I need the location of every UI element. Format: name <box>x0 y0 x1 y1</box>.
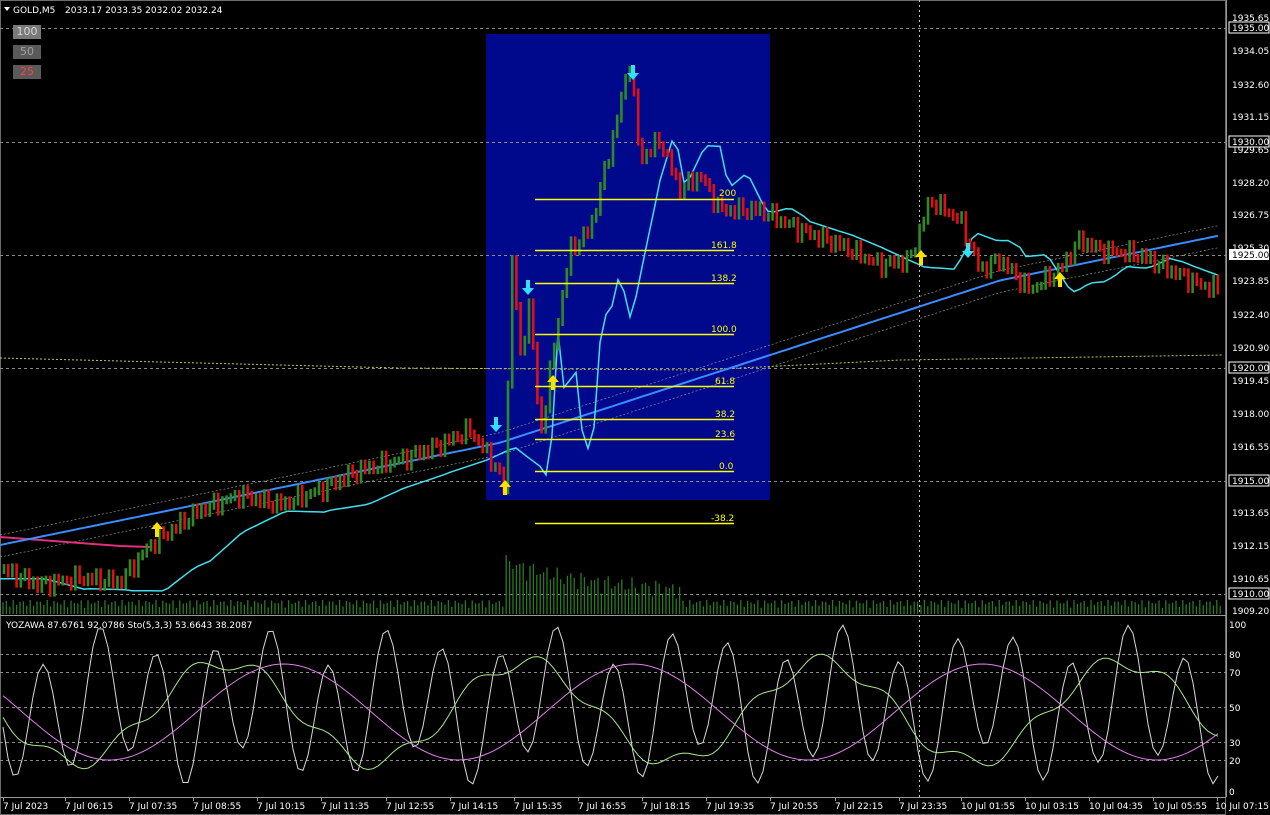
price-label: 1926.75 <box>1232 211 1269 221</box>
time-label: 7 Jul 23:35 <box>899 802 947 812</box>
ohlc-label: 2033.17 2033.35 2032.02 2032.24 <box>65 6 223 16</box>
fib-label: 200 <box>719 189 736 199</box>
time-label: 7 Jul 16:55 <box>578 802 626 812</box>
time-label: 10 Jul 07:15 <box>1215 802 1269 812</box>
volume-histogram <box>2 555 1221 614</box>
zoom-100-button[interactable]: 100 <box>13 25 41 39</box>
fib-label: 100.0 <box>711 325 737 335</box>
time-label: 10 Jul 05:55 <box>1153 802 1207 812</box>
zoom-50-button[interactable]: 50 <box>13 45 41 59</box>
price-label: 1918.00 <box>1232 410 1269 420</box>
price-label: 1910.65 <box>1232 575 1269 585</box>
fib-label: -38.2 <box>711 514 734 524</box>
time-label: 7 Jul 12:55 <box>386 802 434 812</box>
price-label: 1923.85 <box>1232 277 1269 287</box>
price-label-boxed: 1920.00 <box>1232 364 1269 374</box>
fib-label: 23.6 <box>715 430 735 440</box>
stoch-main-line <box>2 653 1219 771</box>
svg-text:30: 30 <box>1229 739 1241 749</box>
fib-label: 161.8 <box>711 241 737 251</box>
price-label-highlight: 1925.00 <box>1232 251 1269 261</box>
stoch-signal-line <box>2 663 1219 761</box>
svg-text:80: 80 <box>1229 651 1241 661</box>
price-label-boxed: 1935.00 <box>1232 24 1269 34</box>
indicator-title: YOZAWA 87.6761 92.0786 Sto(5,3,3) 53.664… <box>5 621 252 631</box>
fib-label: 38.2 <box>715 410 735 420</box>
fib-label: 0.0 <box>719 462 734 472</box>
svg-text:70: 70 <box>1229 669 1241 679</box>
time-label: 7 Jul 22:15 <box>835 802 883 812</box>
price-label: 1916.55 <box>1232 443 1269 453</box>
time-label: 7 Jul 06:15 <box>65 802 113 812</box>
price-label: 1929.65 <box>1232 146 1269 156</box>
time-label: 10 Jul 01:55 <box>961 802 1015 812</box>
svg-text:20: 20 <box>1229 757 1241 767</box>
time-label: 10 Jul 03:15 <box>1025 802 1079 812</box>
svg-text:100: 100 <box>1229 621 1246 631</box>
time-label: 7 Jul 20:55 <box>770 802 818 812</box>
svg-text:50: 50 <box>1229 704 1241 714</box>
price-label: 1928.20 <box>1232 179 1269 189</box>
symbol-label: GOLD,M5 <box>13 6 55 16</box>
price-label: 1931.15 <box>1232 113 1269 123</box>
time-label: 7 Jul 15:35 <box>514 802 562 812</box>
price-label: 1934.05 <box>1232 47 1269 57</box>
time-label: 7 Jul 14:15 <box>450 802 498 812</box>
time-label: 7 Jul 2023 <box>3 802 48 812</box>
zoom-25-button[interactable]: 25 <box>13 65 41 79</box>
time-label: 7 Jul 19:35 <box>706 802 754 812</box>
fib-label: 61.8 <box>715 377 735 387</box>
svg-text:0: 0 <box>1229 788 1235 798</box>
time-label: 7 Jul 11:35 <box>321 802 369 812</box>
time-label: 7 Jul 08:55 <box>193 802 241 812</box>
price-label: 1920.90 <box>1232 344 1269 354</box>
time-label: 7 Jul 07:35 <box>129 802 177 812</box>
price-axis: 1935.65 1935.00 1934.05 1932.60 1931.15 … <box>1228 14 1270 617</box>
triangle-down-icon[interactable] <box>4 7 10 11</box>
chart-canvas[interactable]: 200 161.8 138.2 100.0 61.8 38.2 23.6 0.0… <box>0 0 1270 815</box>
price-label: 1932.60 <box>1232 81 1269 91</box>
yozawa-line <box>2 624 1219 785</box>
price-label-boxed: 1910.00 <box>1232 590 1269 600</box>
price-label: 1919.45 <box>1232 377 1269 387</box>
ma-pink-line <box>0 536 151 548</box>
fib-label: 138.2 <box>711 274 737 284</box>
indicator-levels <box>0 654 1226 761</box>
price-label: 1913.65 <box>1232 509 1269 519</box>
time-label: 7 Jul 10:15 <box>257 802 305 812</box>
price-label: 1922.40 <box>1232 311 1269 321</box>
indicator-axis: 100 80 70 50 30 20 0 <box>1229 621 1246 798</box>
price-label-boxed: 1915.00 <box>1232 477 1269 487</box>
price-label: 1909.20 <box>1232 607 1269 617</box>
time-label: 10 Jul 04:35 <box>1089 802 1143 812</box>
time-axis: 7 Jul 2023 7 Jul 06:15 7 Jul 07:35 7 Jul 08… <box>3 797 1269 812</box>
price-label: 1912.15 <box>1232 542 1269 552</box>
time-label: 7 Jul 18:15 <box>642 802 690 812</box>
